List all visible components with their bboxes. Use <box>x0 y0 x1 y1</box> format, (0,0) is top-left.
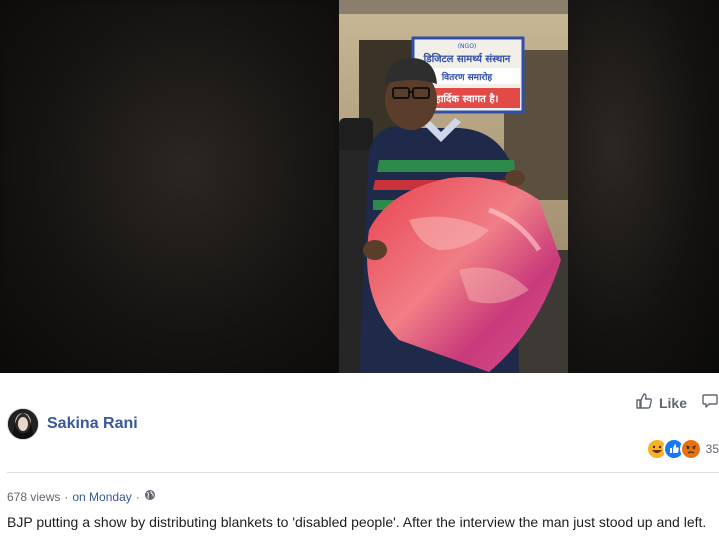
sign-line-1: (NGO) <box>458 43 477 50</box>
sign-line-4: हार्दिक स्वागत है। <box>435 92 499 105</box>
post-description: BJP putting a show by distributing blank… <box>7 514 707 530</box>
meta-separator: · <box>135 489 140 504</box>
video-frame-scene: (NGO) डिजिटल सामर्थ्य संस्थान वितरण समार… <box>339 0 568 373</box>
divider <box>7 472 719 473</box>
reaction-summary[interactable]: 35 <box>645 438 719 460</box>
video-blur-left <box>0 0 339 373</box>
like-label: Like <box>658 394 687 411</box>
angry-reaction-icon <box>679 438 702 460</box>
video-frame[interactable]: (NGO) डिजिटल सामर्थ्य संस्थान वितरण समार… <box>339 0 568 373</box>
sign-line-2: डिजिटल सामर्थ्य संस्थान <box>423 52 511 65</box>
sign-line-3: वितरण समारोह <box>441 71 494 83</box>
post-actions: Like <box>635 392 719 413</box>
avatar[interactable] <box>7 408 39 440</box>
video-blur-right <box>568 0 719 373</box>
post-meta: 678 views · on Monday · <box>7 489 156 504</box>
globe-icon[interactable] <box>144 489 156 504</box>
thumbs-up-icon <box>635 392 653 413</box>
post-timestamp[interactable]: on Monday <box>72 490 131 504</box>
view-count: 678 views <box>7 489 61 504</box>
meta-separator: · <box>64 489 69 504</box>
post-author: Sakina Rani <box>7 408 138 440</box>
comment-button[interactable] <box>701 392 719 413</box>
like-button[interactable]: Like <box>635 392 687 413</box>
video-player[interactable]: (NGO) डिजिटल सामर्थ्य संस्थान वितरण समार… <box>0 0 719 373</box>
author-name-link[interactable]: Sakina Rani <box>47 415 138 433</box>
comment-icon <box>701 392 719 413</box>
reaction-count: 35 <box>705 442 719 456</box>
